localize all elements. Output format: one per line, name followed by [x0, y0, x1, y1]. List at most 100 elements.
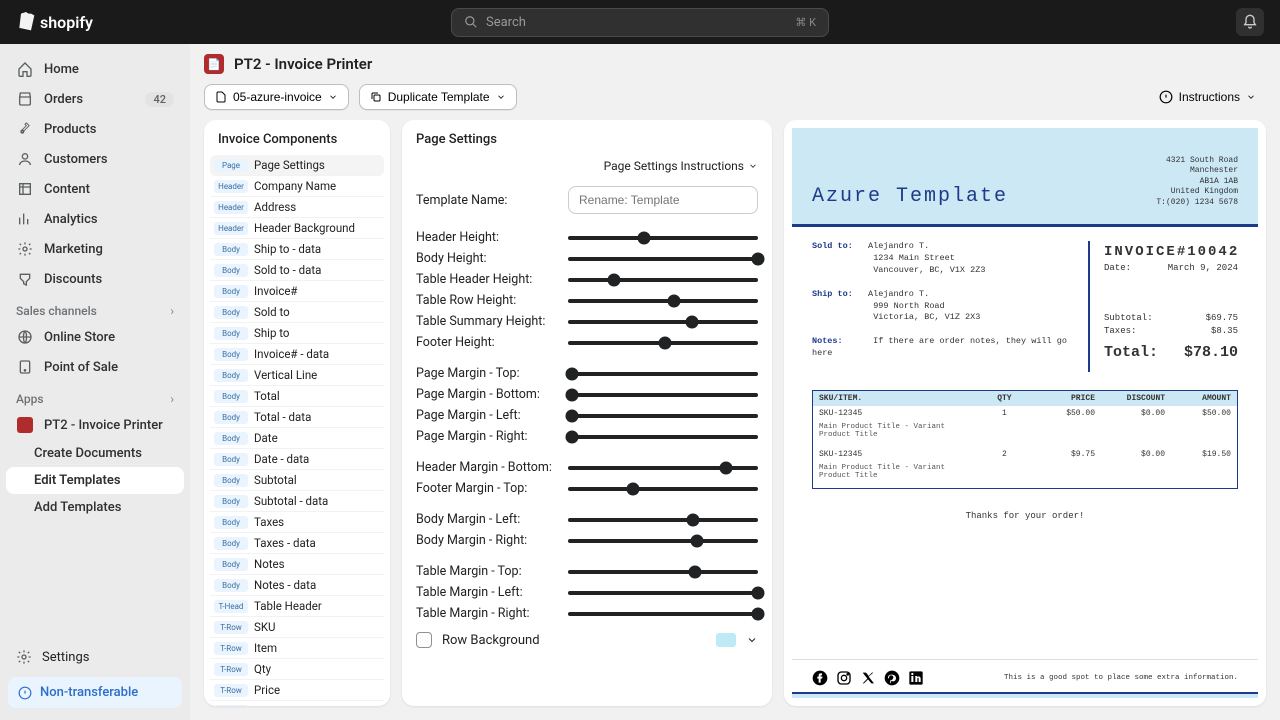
sidebar-item-marketing[interactable]: Marketing — [6, 234, 184, 264]
component-row[interactable]: T-RowQty — [210, 659, 384, 680]
search-input[interactable]: Search ⌘ K — [451, 8, 829, 37]
slider[interactable] — [568, 518, 758, 522]
slider[interactable] — [568, 236, 758, 240]
component-row[interactable]: T-RowDiscount — [210, 701, 384, 706]
chevron-down-icon — [1246, 92, 1256, 102]
apps-header[interactable]: Apps› — [6, 382, 184, 410]
slider[interactable] — [568, 341, 758, 345]
duplicate-template-button[interactable]: Duplicate Template — [359, 84, 517, 110]
page-title: PT2 - Invoice Printer — [234, 55, 372, 73]
component-row[interactable]: BodyDate — [210, 428, 384, 449]
component-row[interactable]: BodyShip to - data — [210, 239, 384, 260]
slider[interactable] — [568, 539, 758, 543]
component-row[interactable]: BodySubtotal — [210, 470, 384, 491]
page-settings-instructions-link[interactable]: Page Settings Instructions — [604, 159, 758, 173]
component-row[interactable]: T-HeadTable Header — [210, 596, 384, 617]
invoice-preview: Azure Template 4321 South RoadManchester… — [792, 128, 1258, 698]
sidebar-sub-0[interactable]: Create Documents — [6, 440, 184, 467]
invoice-line-items: SKU/ITEM.QTYPRICEDISCOUNTAMOUNT SKU-1234… — [812, 390, 1238, 489]
row-background-checkbox[interactable] — [416, 632, 432, 648]
component-row[interactable]: BodyInvoice# - data — [210, 344, 384, 365]
slider[interactable] — [568, 393, 758, 397]
sidebar-item-analytics[interactable]: Analytics — [6, 204, 184, 234]
invoice-footer: This is a good spot to place some extra … — [792, 659, 1258, 692]
sidebar-item-orders[interactable]: Orders42 — [6, 84, 184, 114]
slider[interactable] — [568, 612, 758, 616]
component-row[interactable]: BodyInvoice# — [210, 281, 384, 302]
sidebar-channel-1[interactable]: Point of Sale — [6, 352, 184, 382]
component-row[interactable]: T-RowPrice — [210, 680, 384, 701]
component-row[interactable]: BodyNotes - data — [210, 575, 384, 596]
sidebar: HomeOrders42ProductsCustomersContentAnal… — [0, 44, 190, 720]
sidebar-item-content[interactable]: Content — [6, 174, 184, 204]
sidebar-sub-1[interactable]: Edit Templates — [6, 467, 184, 494]
component-row[interactable]: HeaderAddress — [210, 197, 384, 218]
settings-link[interactable]: Settings — [6, 643, 184, 671]
components-title: Invoice Components — [204, 120, 390, 155]
component-row[interactable]: T-RowSKU — [210, 617, 384, 638]
topbar: shopify Search ⌘ K — [0, 0, 1280, 44]
chevron-down-icon — [748, 161, 758, 171]
settings-panel: Page Settings Page Settings Instructions… — [402, 120, 772, 706]
linkedin-icon — [908, 670, 924, 686]
main-header: 📄 PT2 - Invoice Printer — [190, 44, 1280, 80]
slider[interactable] — [568, 487, 758, 491]
component-row[interactable]: HeaderCompany Name — [210, 176, 384, 197]
template-name-input[interactable] — [568, 186, 758, 214]
nontransferable-badge[interactable]: Non-transferable — [8, 677, 182, 708]
slider[interactable] — [568, 466, 758, 470]
component-row[interactable]: T-RowItem — [210, 638, 384, 659]
preview-panel: Azure Template 4321 South RoadManchester… — [784, 120, 1266, 706]
component-row[interactable]: BodyTotal — [210, 386, 384, 407]
chevron-down-icon[interactable] — [746, 634, 758, 646]
component-row[interactable]: BodyVertical Line — [210, 365, 384, 386]
template-name-label: Template Name: — [416, 193, 556, 208]
app-icon: 📄 — [204, 54, 224, 74]
slider[interactable] — [568, 257, 758, 261]
components-panel: Invoice Components PagePage SettingsHead… — [204, 120, 390, 706]
component-row[interactable]: BodyDate - data — [210, 449, 384, 470]
instructions-button[interactable]: Instructions — [1149, 85, 1266, 109]
notifications-button[interactable] — [1236, 8, 1264, 36]
toolbar: 05-azure-invoice Duplicate Template Inst… — [190, 80, 1280, 120]
instagram-icon — [836, 670, 852, 686]
invoice-company-address: 4321 South RoadManchesterAB1A 1ABUnited … — [1156, 156, 1238, 208]
sidebar-item-products[interactable]: Products — [6, 114, 184, 144]
facebook-icon — [812, 670, 828, 686]
component-row[interactable]: BodyNotes — [210, 554, 384, 575]
component-row[interactable]: BodySubtotal - data — [210, 491, 384, 512]
component-row[interactable]: BodyTaxes - data — [210, 533, 384, 554]
gear-icon — [16, 649, 32, 665]
template-select[interactable]: 05-azure-invoice — [204, 84, 349, 110]
component-row[interactable]: BodyTotal - data — [210, 407, 384, 428]
invoice-template-title: Azure Template — [812, 185, 1008, 208]
row-background-color[interactable] — [716, 633, 736, 647]
slider[interactable] — [568, 299, 758, 303]
sidebar-item-home[interactable]: Home — [6, 54, 184, 84]
slider[interactable] — [568, 435, 758, 439]
component-row[interactable]: HeaderHeader Background — [210, 218, 384, 239]
component-row[interactable]: BodySold to - data — [210, 260, 384, 281]
sidebar-item-customers[interactable]: Customers — [6, 144, 184, 174]
slider[interactable] — [568, 372, 758, 376]
shopify-logo[interactable]: shopify — [16, 11, 93, 33]
slider[interactable] — [568, 320, 758, 324]
invoice-thanks: Thanks for your order! — [792, 493, 1258, 539]
component-row[interactable]: PagePage Settings — [210, 155, 384, 176]
sidebar-app-pt2[interactable]: PT2 - Invoice Printer — [6, 410, 184, 440]
row-background-label: Row Background — [442, 633, 540, 648]
component-row[interactable]: BodySold to — [210, 302, 384, 323]
sidebar-item-discounts[interactable]: Discounts — [6, 264, 184, 294]
slider[interactable] — [568, 278, 758, 282]
component-row[interactable]: BodyShip to — [210, 323, 384, 344]
slider[interactable] — [568, 414, 758, 418]
sidebar-channel-0[interactable]: Online Store — [6, 322, 184, 352]
slider[interactable] — [568, 591, 758, 595]
sales-channels-header[interactable]: Sales channels› — [6, 294, 184, 322]
sidebar-sub-2[interactable]: Add Templates — [6, 494, 184, 521]
x-icon — [860, 670, 876, 686]
chevron-down-icon — [328, 92, 338, 102]
slider[interactable] — [568, 570, 758, 574]
chevron-down-icon — [496, 92, 506, 102]
component-row[interactable]: BodyTaxes — [210, 512, 384, 533]
